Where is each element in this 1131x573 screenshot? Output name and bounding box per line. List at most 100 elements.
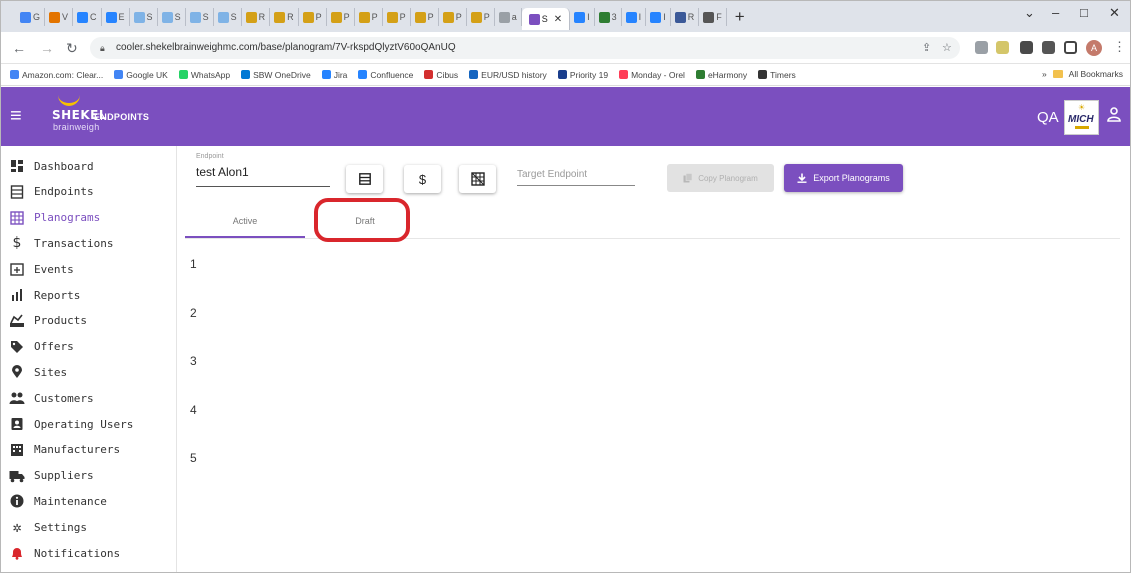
back-icon[interactable]: ← [12, 40, 26, 56]
minimize-icon[interactable]: – [1052, 5, 1059, 20]
browser-tab[interactable]: P [299, 8, 327, 26]
browser-tab[interactable]: P [411, 8, 439, 26]
browser-tab[interactable]: V [45, 8, 74, 26]
sidebar-item-operating-users[interactable]: Operating Users [9, 413, 133, 435]
sidebar-item-settings[interactable]: ✲ Settings [9, 516, 87, 538]
browser-tab[interactable]: P [383, 8, 411, 26]
bookmark-item[interactable]: Cibus [424, 70, 458, 80]
bookmark-label: eHarmony [707, 69, 748, 80]
browser-tab[interactable]: a [495, 8, 522, 26]
sidebar-item-suppliers[interactable]: Suppliers [9, 465, 94, 487]
lock-icon: 🔒︎ [100, 43, 105, 53]
share-icon[interactable]: ⇪ [922, 37, 931, 59]
browser-menu-icon[interactable]: ⋮ [1113, 39, 1126, 55]
browser-tab[interactable]: S [214, 8, 242, 26]
browser-tab[interactable]: I [622, 8, 647, 26]
extension-p-icon[interactable] [1020, 41, 1033, 54]
close-tab-icon[interactable]: ✕ [554, 14, 562, 25]
hamburger-menu-icon[interactable]: ≡ [10, 106, 22, 126]
forward-icon[interactable]: → [40, 40, 54, 56]
bookmark-item[interactable]: WhatsApp [178, 69, 231, 80]
bookmark-item[interactable]: Timers [758, 70, 796, 80]
extensions-puzzle-icon[interactable] [1042, 41, 1055, 54]
sidebar-item-sites[interactable]: Sites [9, 361, 67, 383]
tab-title: S [174, 12, 181, 22]
profile-avatar[interactable]: A [1086, 40, 1102, 56]
endpoint-label: Endpoint [196, 153, 224, 160]
extension-camera-icon[interactable] [975, 41, 988, 54]
browser-tab[interactable]: P [327, 8, 355, 26]
more-bookmarks-icon[interactable]: » [1042, 69, 1047, 79]
target-endpoint-input[interactable] [517, 164, 635, 186]
sidebar-item-offers[interactable]: Offers [9, 336, 74, 358]
logo-sub-text: brainweigh [53, 122, 100, 132]
tab-search-chevron-icon[interactable]: ⌄ [1024, 5, 1035, 21]
dashboard-icon [9, 158, 25, 174]
browser-tab[interactable]: I [646, 8, 671, 26]
endpoint-field[interactable]: test Alon1 [196, 165, 330, 187]
header-title: ENDPOINTS [94, 112, 150, 122]
browser-tab[interactable]: E [102, 8, 130, 26]
user-account-icon[interactable] [1106, 106, 1122, 122]
sidebar-item-events[interactable]: Events [9, 258, 74, 280]
tab-title: P [343, 12, 350, 22]
layout-button[interactable] [459, 165, 496, 193]
sidebar-item-customers[interactable]: Customers [9, 387, 94, 409]
browser-tab[interactable]: S [158, 8, 186, 26]
tab-active[interactable]: Active [185, 210, 305, 238]
bookmark-item[interactable]: Monday - Orel [619, 70, 685, 80]
browser-tab[interactable]: I [570, 8, 595, 26]
copy-planogram-button[interactable]: Copy Planogram [667, 164, 774, 192]
tab-favicon-icon [133, 11, 145, 23]
side-panel-icon[interactable] [1064, 41, 1077, 54]
bookmark-star-icon[interactable]: ☆ [942, 37, 952, 59]
browser-tab[interactable]: R [270, 8, 299, 26]
sidebar-item-notifications[interactable]: Notifications [9, 542, 120, 564]
browser-tab[interactable]: F [699, 8, 727, 26]
bookmark-label: WhatsApp [190, 69, 231, 80]
tab-title: P [371, 12, 378, 22]
browser-tab[interactable]: P [467, 8, 495, 26]
browser-tab[interactable]: C [73, 8, 102, 26]
export-planograms-button[interactable]: Export Planograms [784, 164, 903, 192]
reload-icon[interactable]: ↻ [66, 40, 78, 57]
bookmark-item[interactable]: Jira [321, 70, 347, 80]
sidebar-item-dashboard[interactable]: Dashboard [9, 155, 94, 177]
prices-button[interactable]: $ [404, 165, 441, 193]
bookmark-item[interactable]: EUR/USD history [469, 70, 547, 80]
browser-tab[interactable]: R [671, 8, 700, 26]
new-tab-icon[interactable]: + [735, 8, 745, 26]
browser-tab[interactable]: S [130, 8, 158, 26]
browser-tab[interactable]: G [16, 8, 46, 26]
bookmark-item[interactable]: SBW OneDrive [241, 70, 311, 80]
tab-title: I [663, 12, 666, 22]
browser-tab-active[interactable]: S ✕ [521, 8, 571, 30]
bookmark-item[interactable]: Google UK [114, 70, 168, 80]
sidebar-item-endpoints[interactable]: Endpoints [9, 181, 94, 203]
maximize-icon[interactable]: □ [1080, 5, 1088, 20]
bookmark-item[interactable]: eHarmony [695, 69, 748, 80]
close-window-icon[interactable]: ✕ [1109, 5, 1120, 21]
sidebar-item-label: Products [34, 314, 87, 328]
tab-favicon-icon [302, 11, 314, 23]
browser-tab[interactable]: P [355, 8, 383, 26]
browser-tab[interactable]: 3 [595, 8, 622, 26]
bookmark-item[interactable]: Confluence [358, 70, 413, 80]
bookmark-item[interactable]: Amazon.com: Clear... [10, 70, 103, 80]
sidebar-item-manufacturers[interactable]: Manufacturers [9, 439, 120, 461]
sidebar-item-transactions[interactable]: $ Transactions [9, 232, 114, 254]
extension-n-icon[interactable] [996, 41, 1009, 54]
all-bookmarks-button[interactable]: All Bookmarks [1069, 69, 1123, 79]
bookmark-item[interactable]: Priority 19 [557, 70, 608, 80]
sidebar-item-reports[interactable]: Reports [9, 284, 80, 306]
sidebar-item-maintenance[interactable]: Maintenance [9, 490, 107, 512]
sidebar-item-planograms[interactable]: Planograms [9, 207, 100, 229]
url-field[interactable]: 🔒︎ cooler.shekelbrainweighmc.com/base/pl… [90, 37, 960, 59]
browser-tab[interactable]: P [439, 8, 467, 26]
browser-tab[interactable]: S [186, 8, 214, 26]
sidebar-item-label: Dashboard [34, 159, 94, 173]
sidebar-item-products[interactable]: Products [9, 310, 87, 332]
planogram-view-button[interactable] [346, 165, 383, 193]
sidebar-item-label: Sites [34, 365, 68, 379]
browser-tab[interactable]: R [242, 8, 271, 26]
